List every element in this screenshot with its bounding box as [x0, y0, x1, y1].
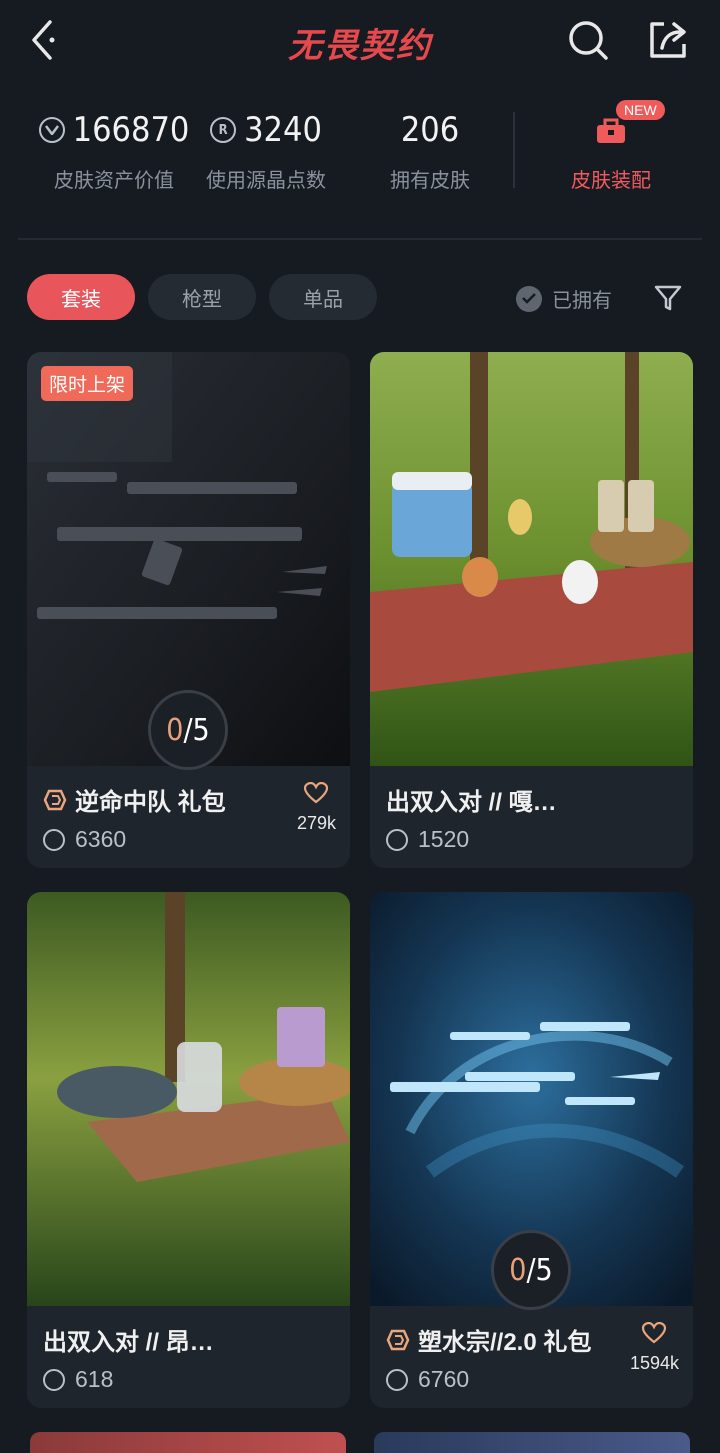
heart-icon: [642, 1321, 667, 1344]
bundle-icon: [386, 1329, 410, 1350]
owned-label: 已拥有: [552, 290, 612, 312]
stat-skin-value: 166870 皮肤资产价值: [28, 100, 200, 193]
stat-label: 皮肤资产价值: [54, 170, 174, 192]
bundle-image: [370, 352, 693, 766]
owned-toggle[interactable]: 已拥有: [516, 284, 612, 313]
vp-coin-icon: [43, 1368, 65, 1391]
heart-icon: [304, 781, 329, 804]
filter-button[interactable]: [652, 282, 684, 314]
card-price: 6760: [418, 1366, 470, 1392]
bundle-card[interactable]: 出双入对 // 嘎… 1520: [370, 352, 693, 868]
vp-coin-icon: [386, 1368, 408, 1391]
vp-coin-icon: [386, 828, 408, 851]
vp-coin-icon: [43, 828, 65, 851]
app-title: 无畏契约: [288, 26, 432, 66]
favorite-button[interactable]: 1594k: [629, 1321, 679, 1374]
bundle-card-partial[interactable]: [374, 1432, 690, 1453]
limited-time-badge: 限时上架: [41, 366, 134, 401]
check-icon: [516, 285, 542, 312]
asset-stats: 166870 皮肤资产价值 R 3240 使用源晶点数 206 拥有皮肤 皮肤装…: [0, 100, 720, 210]
card-title: 出双入对 // 嘎…: [386, 789, 557, 816]
card-price: 618: [75, 1366, 114, 1392]
collection-progress: 0/5: [148, 690, 228, 770]
card-price: 6360: [75, 826, 127, 852]
bundle-card[interactable]: 限时上架 0/5 逆命中队 礼包 6360 279k: [27, 352, 350, 868]
tab-weapon-type[interactable]: 枪型: [148, 274, 256, 320]
bundle-card[interactable]: 0/5 塑水宗//2.0 礼包 6760 1594k: [370, 892, 693, 1408]
bundle-card[interactable]: 出双入对 // 昂… 618: [27, 892, 350, 1408]
new-badge: NEW: [616, 100, 665, 120]
divider: [18, 238, 702, 240]
bundle-image: [27, 892, 350, 1306]
filter-icon: [654, 285, 682, 311]
bundle-image: 0/5: [370, 892, 693, 1310]
card-info: 出双入对 // 嘎… 1520: [370, 766, 693, 866]
search-button[interactable]: [566, 18, 610, 62]
vp-coin-icon: [38, 117, 65, 143]
stat-label: 使用源晶点数: [206, 170, 326, 192]
card-info: 逆命中队 礼包 6360 279k: [27, 766, 350, 866]
card-info: 出双入对 // 昂… 618: [27, 1306, 350, 1406]
stat-value: 3240: [244, 110, 322, 150]
share-button[interactable]: [646, 18, 690, 62]
share-icon: [650, 22, 686, 58]
stat-radianite: R 3240 使用源晶点数: [196, 100, 336, 193]
stat-owned-skins: 206 拥有皮肤: [370, 100, 490, 193]
stat-value: 206: [400, 110, 460, 150]
stat-value: 166870: [72, 110, 190, 150]
collection-progress: 0/5: [491, 1230, 571, 1310]
top-bar: 无畏契约: [0, 0, 720, 90]
card-info: 塑水宗//2.0 礼包 6760 1594k: [370, 1306, 693, 1406]
favorite-button[interactable]: 279k: [296, 781, 336, 834]
bundle-card-partial[interactable]: [30, 1432, 346, 1453]
tab-bundle[interactable]: 套装: [27, 274, 135, 320]
filter-row: 套装 枪型 单品 已拥有: [0, 274, 720, 322]
radianite-icon: R: [210, 117, 237, 143]
tab-single-item[interactable]: 单品: [269, 274, 377, 320]
card-title: 逆命中队 礼包: [75, 789, 226, 816]
stat-label: 拥有皮肤: [390, 170, 470, 192]
search-icon: [569, 21, 608, 60]
bundle-image: 限时上架 0/5: [27, 352, 350, 770]
bundle-icon: [43, 789, 67, 810]
divider: [513, 112, 515, 188]
card-title: 塑水宗//2.0 礼包: [418, 1329, 592, 1356]
card-title: 出双入对 // 昂…: [43, 1329, 214, 1356]
favorite-count: 279k: [296, 813, 336, 833]
favorite-count: 1594k: [629, 1353, 679, 1373]
card-price: 1520: [418, 826, 470, 852]
skin-loadout-button[interactable]: 皮肤装配 NEW: [546, 100, 676, 193]
skin-loadout-label: 皮肤装配: [571, 170, 651, 192]
